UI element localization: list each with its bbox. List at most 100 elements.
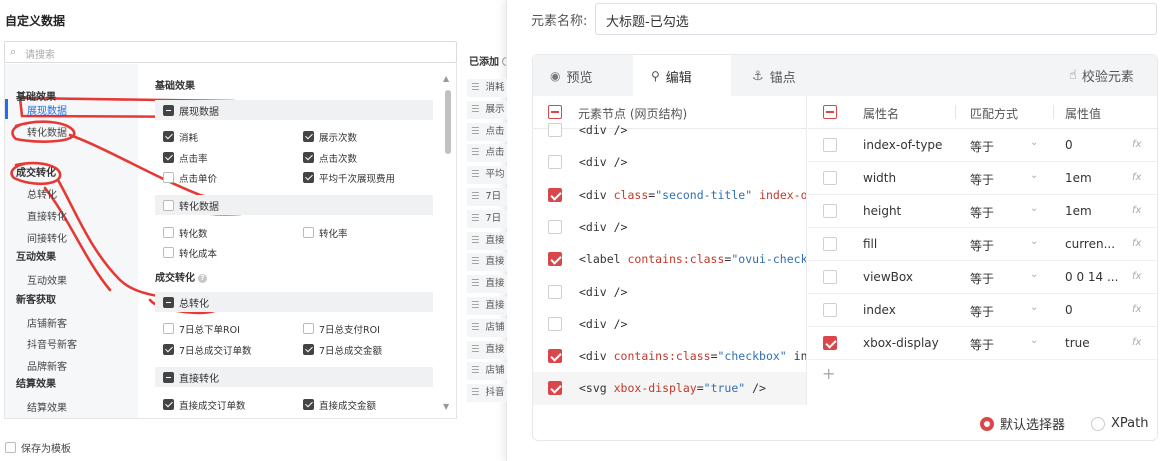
tree-node-row[interactable]: <div /> (533, 114, 806, 147)
subsection-header[interactable]: 转化数据 (155, 195, 433, 215)
drag-handle-icon[interactable]: ☰ (471, 82, 480, 93)
option-checkbox[interactable]: 点击率 (163, 151, 208, 165)
attr-match-select[interactable]: 等于 (970, 171, 994, 188)
added-item[interactable]: ☰ 抖音 (467, 384, 507, 403)
added-item[interactable]: ☰ 7日 (467, 209, 507, 228)
attr-value[interactable]: true (1065, 336, 1125, 350)
drag-handle-icon[interactable]: ☰ (471, 235, 480, 246)
tree-node-row[interactable]: <div class="second-title" index-of-typ..… (533, 179, 806, 212)
tree-node-checkbox[interactable] (548, 381, 562, 396)
option-checkbox[interactable]: 转化率 (303, 226, 348, 240)
added-item[interactable]: ☰ 直接 (467, 275, 507, 294)
attr-checkbox[interactable] (823, 138, 837, 152)
tree-node-row[interactable]: <div /> (533, 146, 806, 179)
chevron-down-icon[interactable]: ⌄ (1030, 335, 1038, 346)
drag-handle-icon[interactable]: ☰ (471, 147, 480, 158)
tree-node-checkbox[interactable] (548, 284, 562, 299)
drag-handle-icon[interactable]: ☰ (471, 344, 480, 355)
attr-value[interactable]: 0 0 14 ... (1065, 270, 1125, 284)
category-item-1-0[interactable]: 总转化 (27, 186, 57, 201)
option-checkbox[interactable]: 消耗 (163, 130, 198, 144)
drag-handle-icon[interactable]: ☰ (471, 387, 480, 398)
chevron-down-icon[interactable]: ⌄ (1030, 203, 1038, 214)
option-checkbox[interactable]: 7日总下单ROI (163, 322, 240, 336)
added-item[interactable]: ☰ 店铺 (467, 362, 507, 381)
element-name-input[interactable]: 大标题-已勾选 (595, 3, 1157, 35)
attr-checkbox[interactable] (823, 204, 837, 218)
added-item[interactable]: ☰ 点击 (467, 144, 507, 163)
attr-match-select[interactable]: 等于 (970, 336, 994, 353)
option-checkbox[interactable]: 展示次数 (303, 130, 357, 144)
option-checkbox[interactable]: 点击单价 (163, 171, 217, 185)
attr-select-all-checkbox[interactable] (823, 105, 837, 119)
added-item[interactable]: ☰ 直接 (467, 340, 507, 359)
attr-match-select[interactable]: 等于 (970, 270, 994, 287)
drag-handle-icon[interactable]: ☰ (471, 126, 480, 137)
category-item-3-0[interactable]: 店铺新客 (27, 315, 67, 330)
chevron-down-icon[interactable]: ⌄ (1030, 170, 1038, 181)
subsection-header[interactable]: 直接转化 (155, 367, 433, 387)
tree-node-row[interactable]: <div /> (533, 276, 806, 309)
tab-edit[interactable]: ⚲ 编辑 (633, 55, 731, 97)
attr-value[interactable]: 0 (1065, 303, 1125, 317)
tree-node-row[interactable]: <label contains:class="ovui-checkbox... (533, 243, 806, 276)
chevron-down-icon[interactable]: ⌄ (1030, 269, 1038, 280)
fx-icon[interactable]: fx (1132, 172, 1141, 183)
verify-element-button[interactable]: ☝ 校验元素 (1069, 55, 1134, 96)
added-item[interactable]: ☰ 店铺 (467, 318, 507, 337)
attr-match-select[interactable]: 等于 (970, 138, 994, 155)
attr-checkbox[interactable] (823, 270, 837, 284)
chevron-down-icon[interactable]: ⌄ (1030, 302, 1038, 313)
tree-node-row[interactable]: <div /> (533, 211, 806, 244)
added-item[interactable]: ☰ 7日 (467, 188, 507, 206)
option-checkbox[interactable]: 7日总支付ROI (303, 322, 380, 336)
tree-node-checkbox[interactable] (548, 155, 562, 170)
added-item[interactable]: ☰ 直接 (467, 297, 507, 315)
tab-anchor[interactable]: ⚓ 锚点 (752, 55, 796, 97)
category-item-0-0[interactable]: 展现数据 (27, 102, 67, 117)
category-item-3-2[interactable]: 品牌新客 (27, 358, 67, 373)
attr-checkbox[interactable] (823, 171, 837, 185)
tree-node-checkbox[interactable] (548, 187, 562, 202)
attr-match-select[interactable]: 等于 (970, 204, 994, 221)
added-item[interactable]: ☰ 平均 (467, 166, 507, 185)
category-item-3-1[interactable]: 抖音号新客 (27, 336, 77, 351)
drag-handle-icon[interactable]: ☰ (471, 169, 480, 180)
option-checkbox[interactable]: 转化成本 (163, 246, 217, 260)
chevron-down-icon[interactable]: ⌄ (1030, 137, 1038, 148)
option-checkbox[interactable]: 平均千次展现费用 (303, 171, 395, 185)
drag-handle-icon[interactable]: ☰ (471, 213, 480, 224)
drag-handle-icon[interactable]: ☰ (471, 191, 480, 202)
added-item[interactable]: ☰ 点击 (467, 122, 507, 141)
tree-node-checkbox[interactable] (548, 252, 562, 267)
option-checkbox[interactable]: 转化数 (163, 226, 208, 240)
added-item[interactable]: ☰ 直接 (467, 231, 507, 250)
tree-node-row[interactable]: <div /> (533, 308, 806, 341)
attr-checkbox[interactable] (823, 303, 837, 317)
attr-value[interactable]: 0 (1065, 138, 1125, 152)
option-checkbox[interactable]: 直接成交金额 (303, 398, 376, 412)
category-item-1-1[interactable]: 直接转化 (27, 208, 67, 223)
category-item-1-2[interactable]: 间接转化 (27, 230, 67, 245)
tab-preview[interactable]: ◉ 预览 (550, 55, 593, 97)
option-checkbox[interactable]: 直接成交订单数 (163, 398, 246, 412)
fx-icon[interactable]: fx (1132, 337, 1141, 348)
added-item[interactable]: ☰ 展示 (467, 100, 507, 119)
drag-handle-icon[interactable]: ☰ (471, 256, 480, 267)
subsection-header[interactable]: 总转化 (155, 292, 433, 312)
drag-handle-icon[interactable]: ☰ (471, 104, 480, 115)
attr-value[interactable]: curren... (1065, 237, 1125, 251)
attr-checkbox[interactable] (823, 237, 837, 251)
category-item-2-0[interactable]: 互动效果 (27, 272, 67, 287)
attr-value[interactable]: 1em (1065, 204, 1125, 218)
attr-value[interactable]: 1em (1065, 171, 1125, 185)
radio-xpath[interactable] (1091, 416, 1106, 431)
drag-handle-icon[interactable]: ☰ (471, 365, 480, 376)
tree-node-row[interactable]: <div contains:class="checkbox" index... (533, 340, 806, 373)
attr-match-select[interactable]: 等于 (970, 303, 994, 320)
tree-node-checkbox[interactable] (548, 349, 562, 364)
tree-node-checkbox[interactable] (548, 316, 562, 331)
category-item-0-1[interactable]: 转化数据 (27, 124, 67, 139)
added-item[interactable]: ☰ 直接 (467, 253, 507, 272)
category-item-4-0[interactable]: 结算效果 (27, 399, 67, 414)
